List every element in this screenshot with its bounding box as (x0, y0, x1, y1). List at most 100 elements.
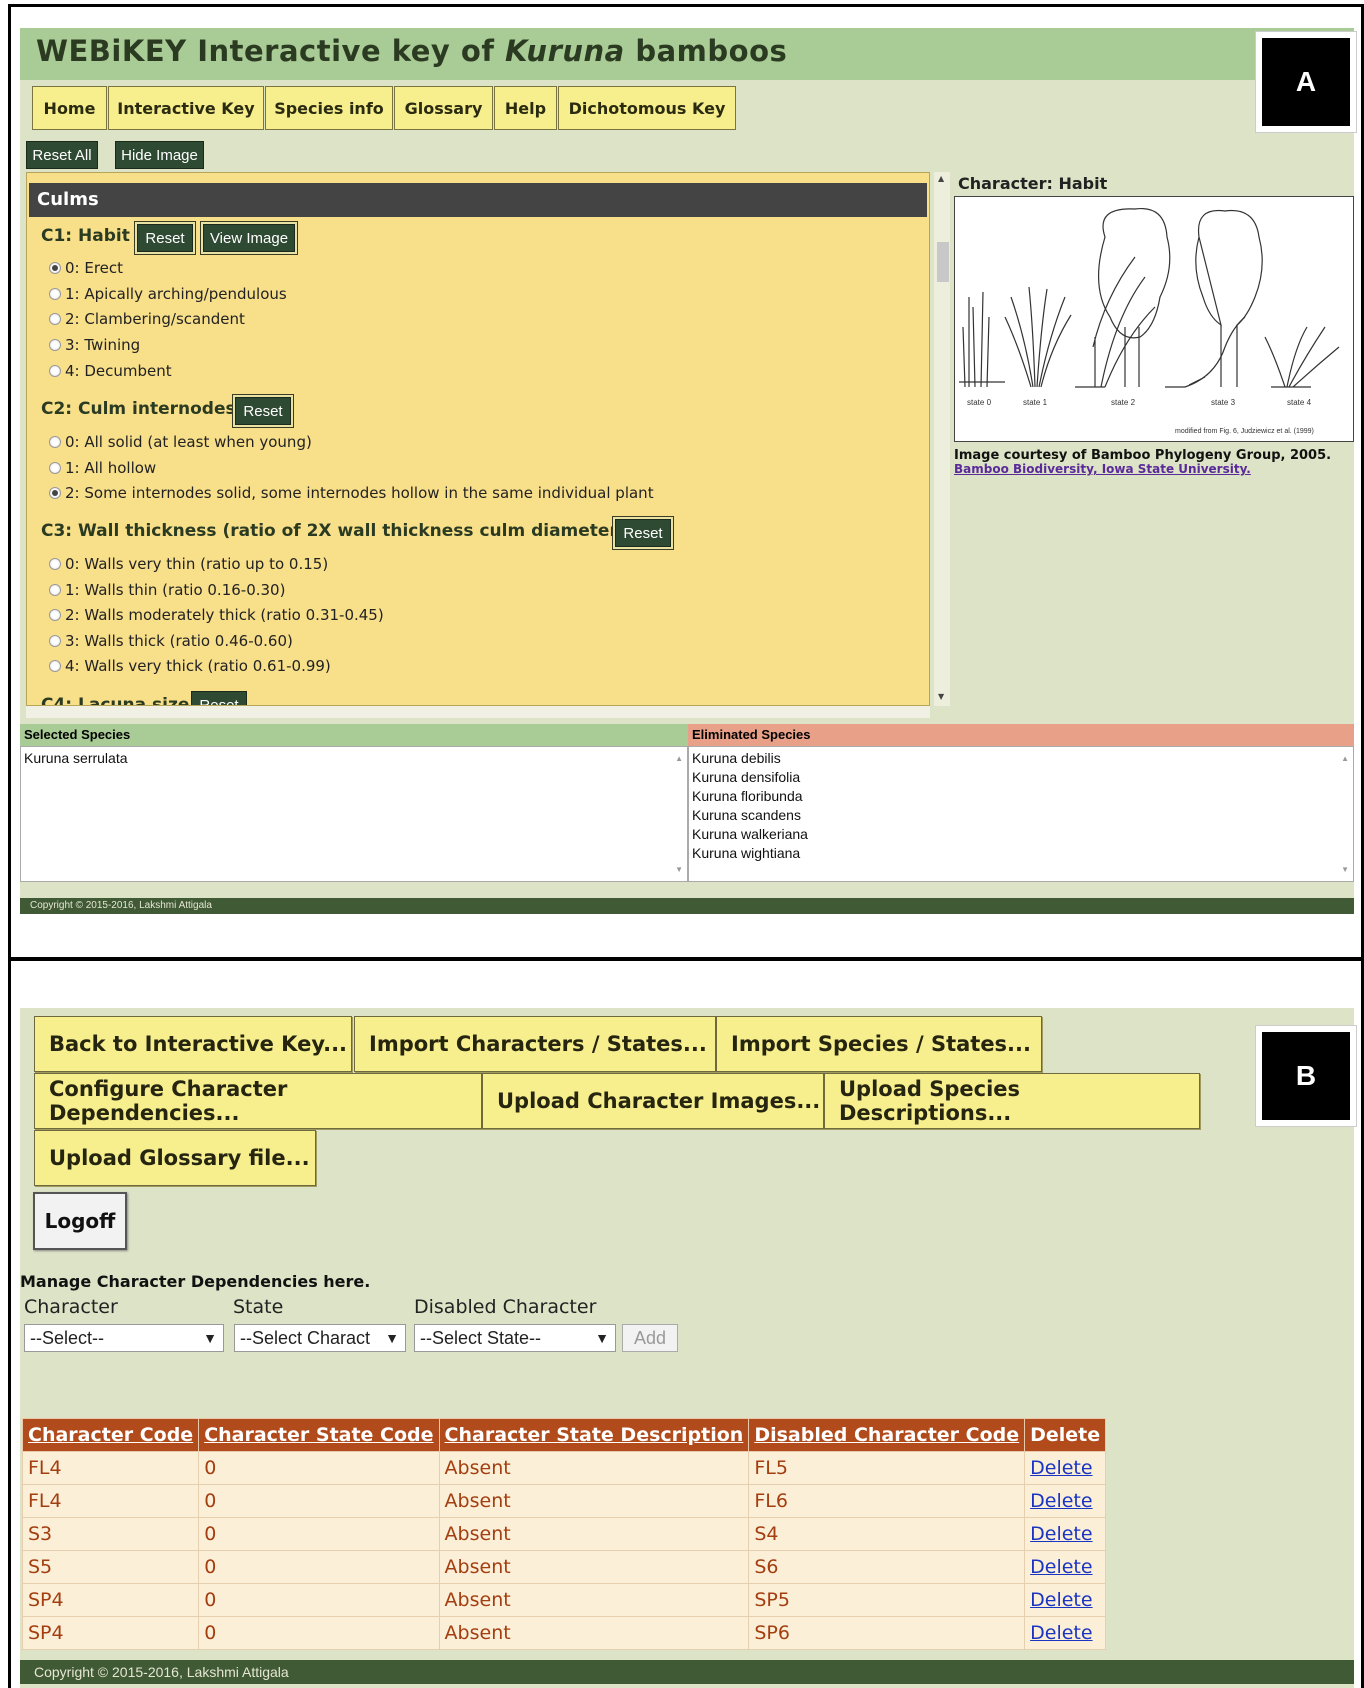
nav-interactive-key[interactable]: Interactive Key (108, 86, 264, 130)
radio-button[interactable] (49, 436, 61, 448)
logoff-button[interactable]: Logoff (33, 1192, 127, 1250)
radio-button[interactable] (49, 584, 61, 596)
delete-link[interactable]: Delete (1024, 1616, 1107, 1650)
c1-reset-button[interactable]: Reset (137, 224, 193, 252)
reset-all-button[interactable]: Reset All (26, 141, 98, 169)
dropdown-arrow-icon: ▼ (383, 1325, 399, 1351)
eliminated-species-item[interactable]: Kuruna debilis (692, 749, 1350, 768)
import-species-button[interactable]: Import Species / States... (716, 1016, 1042, 1072)
eliminated-species-item[interactable]: Kuruna densifolia (692, 768, 1350, 787)
c2-reset-button[interactable]: Reset (235, 397, 291, 425)
eliminated-species-list[interactable]: Kuruna debilis Kuruna densifolia Kuruna … (688, 746, 1354, 882)
c3-option-4[interactable]: 4: Walls very thick (ratio 0.61-0.99) (49, 657, 331, 675)
add-button[interactable]: Add (622, 1324, 678, 1352)
c4-reset-button[interactable]: Reset (191, 691, 247, 705)
c3-reset-button[interactable]: Reset (615, 519, 671, 547)
radio-button[interactable] (49, 288, 61, 300)
c3-option-3[interactable]: 3: Walls thick (ratio 0.46-0.60) (49, 632, 293, 650)
horizontal-scrollbar[interactable] (26, 706, 930, 718)
scroll-up-icon[interactable]: ▲ (675, 749, 683, 768)
state-field-label: State (233, 1296, 284, 1318)
scroll-up-icon[interactable]: ▲ (1341, 749, 1349, 768)
state-label-4: state 4 (1287, 398, 1312, 407)
back-to-interactive-key-button[interactable]: Back to Interactive Key... (34, 1016, 352, 1072)
state-select[interactable]: --Select Charact ▼ (234, 1324, 406, 1352)
disabled-character-select[interactable]: --Select State-- ▼ (414, 1324, 616, 1352)
column-header-character-code[interactable]: Character Code (21, 1418, 200, 1452)
radio-button[interactable] (49, 609, 61, 621)
dropdown-arrow-icon: ▼ (595, 1330, 609, 1346)
eliminated-species-item[interactable]: Kuruna wightiana (692, 844, 1350, 863)
character-select[interactable]: --Select-- ▼ (24, 1324, 224, 1352)
selected-species-list[interactable]: Kuruna serrulata ▲ ▼ (20, 746, 688, 882)
delete-link[interactable]: Delete (1024, 1451, 1107, 1485)
c3-option-1[interactable]: 1: Walls thin (ratio 0.16-0.30) (49, 581, 285, 599)
c2-option-2[interactable]: 2: Some internodes solid, some internode… (49, 484, 654, 502)
hide-image-button[interactable]: Hide Image (115, 141, 204, 169)
character-list-scrollbar[interactable]: ▲ ▼ (934, 172, 950, 706)
selected-species-item[interactable]: Kuruna serrulata (24, 749, 684, 768)
scroll-down-icon[interactable]: ▼ (675, 860, 683, 879)
bamboo-biodiversity-link[interactable]: Bamboo Biodiversity, Iowa State Universi… (954, 462, 1251, 476)
c3-option-0[interactable]: 0: Walls very thin (ratio up to 0.15) (49, 555, 328, 573)
c1-option-3[interactable]: 3: Twining (49, 336, 140, 354)
character-code-cell: SP4 (21, 1583, 200, 1617)
column-header-state-description[interactable]: Character State Description (438, 1418, 750, 1452)
delete-link[interactable]: Delete (1024, 1517, 1107, 1551)
configure-dependencies-button[interactable]: Configure Character Dependencies... (34, 1073, 482, 1129)
state-description-cell: Absent (438, 1550, 750, 1584)
column-header-disabled-character-code[interactable]: Disabled Character Code (748, 1418, 1026, 1452)
disabled-code-cell: FL5 (748, 1451, 1026, 1485)
c1-option-2[interactable]: 2: Clambering/scandent (49, 310, 245, 328)
nav-help[interactable]: Help (494, 86, 557, 130)
scroll-up-icon[interactable]: ▲ (938, 174, 944, 183)
nav-dichotomous-key[interactable]: Dichotomous Key (558, 86, 736, 130)
dependencies-table: Character Code Character State Code Char… (21, 1418, 1107, 1650)
character-field-label: Character (24, 1296, 118, 1318)
app-title: WEBiKEY Interactive key of Kuruna bamboo… (36, 34, 788, 68)
character-code-cell: SP4 (21, 1616, 200, 1650)
radio-button[interactable] (49, 660, 61, 672)
column-header-state-code[interactable]: Character State Code (198, 1418, 440, 1452)
panel-label-b: B (1256, 1026, 1356, 1126)
radio-button[interactable] (49, 339, 61, 351)
upload-species-descriptions-button[interactable]: Upload Species Descriptions... (824, 1073, 1200, 1129)
radio-button[interactable] (49, 462, 61, 474)
c1-option-4[interactable]: 4: Decumbent (49, 362, 172, 380)
upload-glossary-button[interactable]: Upload Glossary file... (34, 1130, 316, 1186)
c1-option-0[interactable]: 0: Erect (49, 259, 123, 277)
scroll-down-icon[interactable]: ▼ (1341, 860, 1349, 879)
radio-button[interactable] (49, 313, 61, 325)
nav-home[interactable]: Home (32, 86, 107, 130)
disabled-code-cell: S6 (748, 1550, 1026, 1584)
state-description-cell: Absent (438, 1583, 750, 1617)
state-code-cell: 0 (198, 1484, 440, 1518)
delete-link[interactable]: Delete (1024, 1550, 1107, 1584)
delete-link[interactable]: Delete (1024, 1484, 1107, 1518)
table-row: SP4 0 Absent SP6 Delete (21, 1616, 1107, 1650)
c1-option-1[interactable]: 1: Apically arching/pendulous (49, 285, 287, 303)
c1-view-image-button[interactable]: View Image (203, 224, 295, 252)
eliminated-species-item[interactable]: Kuruna walkeriana (692, 825, 1350, 844)
import-characters-button[interactable]: Import Characters / States... (354, 1016, 716, 1072)
radio-button[interactable] (49, 558, 61, 570)
scroll-down-icon[interactable]: ▼ (938, 692, 944, 701)
scrollbar-thumb[interactable] (937, 242, 949, 282)
nav-species-info[interactable]: Species info (265, 86, 393, 130)
table-row: S3 0 Absent S4 Delete (21, 1517, 1107, 1551)
c2-option-0[interactable]: 0: All solid (at least when young) (49, 433, 312, 451)
radio-button[interactable] (49, 487, 61, 499)
c3-option-2[interactable]: 2: Walls moderately thick (ratio 0.31-0.… (49, 606, 384, 624)
radio-button[interactable] (49, 635, 61, 647)
selected-species-heading: Selected Species (20, 724, 688, 746)
dropdown-arrow-icon: ▼ (203, 1330, 217, 1346)
delete-link[interactable]: Delete (1024, 1583, 1107, 1617)
c2-option-1[interactable]: 1: All hollow (49, 459, 156, 477)
eliminated-species-item[interactable]: Kuruna floribunda (692, 787, 1350, 806)
radio-button[interactable] (49, 262, 61, 274)
eliminated-species-item[interactable]: Kuruna scandens (692, 806, 1350, 825)
character-code-cell: FL4 (21, 1484, 200, 1518)
upload-character-images-button[interactable]: Upload Character Images... (482, 1073, 824, 1129)
radio-button[interactable] (49, 365, 61, 377)
nav-glossary[interactable]: Glossary (394, 86, 493, 130)
